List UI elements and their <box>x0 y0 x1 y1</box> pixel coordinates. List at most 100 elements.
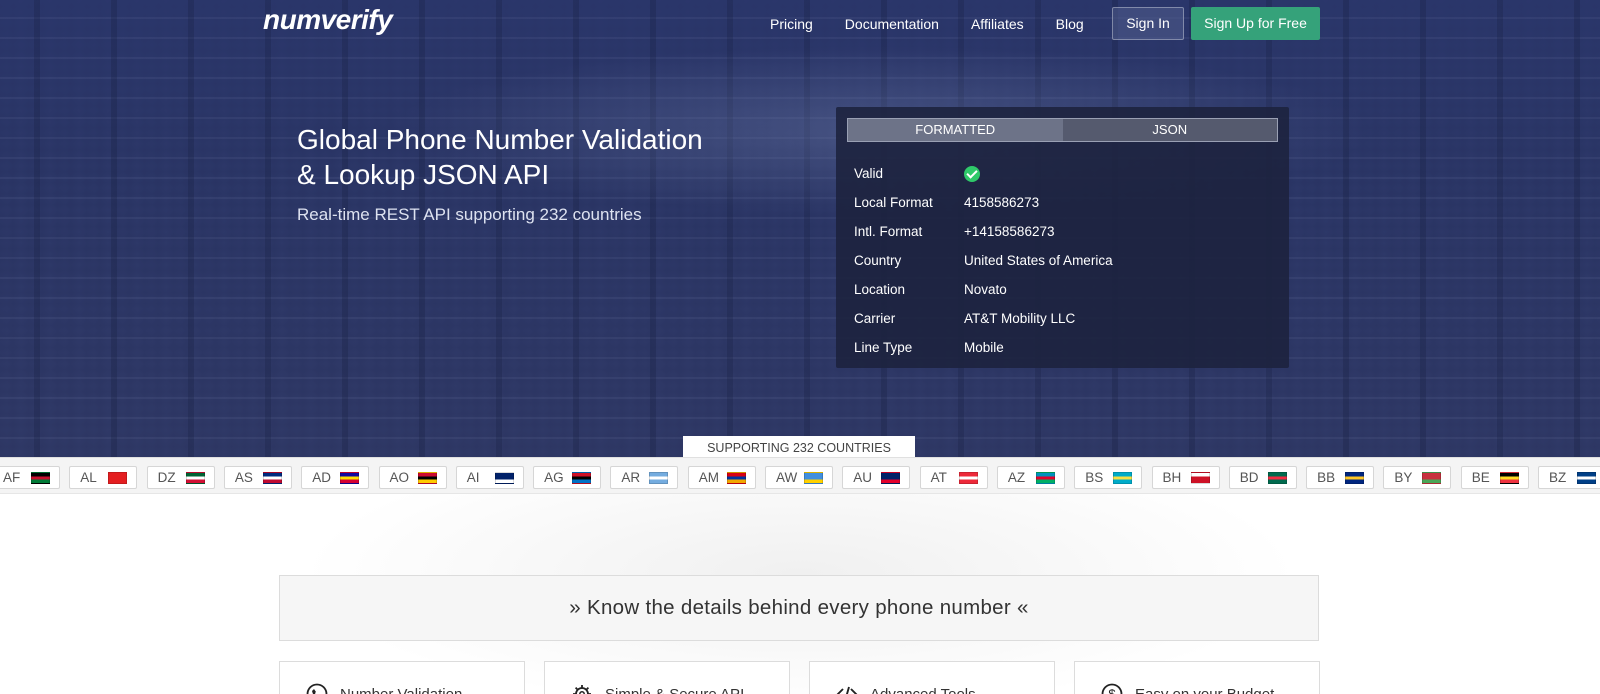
nav-blog[interactable]: Blog <box>1056 16 1084 32</box>
flag-icon <box>340 472 360 484</box>
demo-result-list: Valid Local Format 4158586273 Intl. Form… <box>854 159 1113 362</box>
result-row-valid: Valid <box>854 159 1113 188</box>
result-key: Country <box>854 253 902 268</box>
hero-background-city <box>0 0 1600 457</box>
country-chip-au[interactable]: AU <box>842 466 911 489</box>
flag-icon <box>1267 472 1287 484</box>
country-code: AO <box>389 470 410 485</box>
signin-button[interactable]: Sign In <box>1112 7 1184 40</box>
country-code: AR <box>621 470 641 485</box>
hero-title: Global Phone Number Validation & Lookup … <box>297 124 703 190</box>
country-chip-dz[interactable]: DZ <box>146 466 215 489</box>
flag-icon <box>572 472 592 484</box>
result-row-local-format: Local Format 4158586273 <box>854 188 1113 217</box>
demo-tabs: FORMATTED JSON <box>847 118 1278 142</box>
country-chip-ai[interactable]: AI <box>455 466 524 489</box>
country-code: AM <box>698 470 719 485</box>
feature-label: Number Validation <box>340 686 462 694</box>
country-chip-bh[interactable]: BH <box>1151 466 1220 489</box>
country-code: AW <box>776 470 798 485</box>
nav-affiliates[interactable]: Affiliates <box>971 16 1024 32</box>
country-code: BY <box>1394 470 1413 485</box>
country-code: BD <box>1239 470 1259 485</box>
result-row-country: Country United States of America <box>854 246 1113 275</box>
result-key: Line Type <box>854 340 913 355</box>
country-chip-az[interactable]: AZ <box>996 466 1065 489</box>
flag-icon <box>417 472 437 484</box>
result-row-location: Location Novato <box>854 275 1113 304</box>
feature-card-advanced-tools[interactable]: Advanced Tools <box>809 661 1055 694</box>
result-value: AT&T Mobility LLC <box>964 311 1076 326</box>
result-key: Location <box>854 282 906 297</box>
flag-icon <box>185 472 205 484</box>
country-chip-be[interactable]: BE <box>1460 466 1529 489</box>
tagline-banner: » Know the details behind every phone nu… <box>279 575 1319 641</box>
gear-icon <box>573 685 591 694</box>
flag-icon <box>1577 472 1596 484</box>
signup-button[interactable]: Sign Up for Free <box>1191 7 1320 40</box>
code-icon <box>836 686 858 694</box>
result-value: 4158586273 <box>964 195 1040 210</box>
country-chip-bz[interactable]: BZ <box>1538 466 1600 489</box>
tab-formatted[interactable]: FORMATTED <box>848 119 1063 141</box>
result-row-line-type: Line Type Mobile <box>854 333 1113 362</box>
country-chip-ag[interactable]: AG <box>533 466 602 489</box>
logo[interactable]: numverify <box>263 4 393 36</box>
feature-label: Simple & Secure API <box>605 686 744 694</box>
country-code: AS <box>234 470 253 485</box>
country-chip-as[interactable]: AS <box>223 466 292 489</box>
country-code: AT <box>930 470 947 485</box>
nav-documentation[interactable]: Documentation <box>845 16 939 32</box>
country-code: AD <box>312 470 331 485</box>
feature-card-number-validation[interactable]: Number Validation <box>279 661 525 694</box>
flag-icon <box>31 472 50 484</box>
country-chip-am[interactable]: AM <box>687 466 756 489</box>
feature-label: Advanced Tools <box>870 686 976 694</box>
country-code: AI <box>466 470 480 485</box>
country-chip-at[interactable]: AT <box>919 466 988 489</box>
flag-icon <box>494 472 514 484</box>
result-row-intl-format: Intl. Format +14158586273 <box>854 217 1113 246</box>
result-key: Intl. Format <box>854 224 923 239</box>
supporting-countries-label: SUPPORTING 232 COUNTRIES <box>683 436 915 458</box>
country-code: AZ <box>1007 470 1026 485</box>
country-chip-ad[interactable]: AD <box>301 466 370 489</box>
country-code: DZ <box>157 470 176 485</box>
dollar-icon: $ <box>1101 683 1123 694</box>
country-chip-bb[interactable]: BB <box>1306 466 1375 489</box>
flag-icon <box>1422 472 1442 484</box>
flag-icon <box>262 472 282 484</box>
phone-icon <box>306 683 328 694</box>
country-chip-bd[interactable]: BD <box>1228 466 1297 489</box>
country-chip-aw[interactable]: AW <box>765 466 833 489</box>
nav-pricing[interactable]: Pricing <box>770 16 813 32</box>
flag-icon <box>881 472 901 484</box>
flag-icon <box>958 472 978 484</box>
country-code: BH <box>1162 470 1182 485</box>
flag-icon <box>1499 472 1519 484</box>
country-code: BB <box>1317 470 1336 485</box>
country-chip-af[interactable]: AF <box>0 466 60 489</box>
country-code: AG <box>544 470 564 485</box>
hero-section: numverify Pricing Documentation Affiliat… <box>0 0 1600 457</box>
flag-icon <box>1345 472 1365 484</box>
result-value: Mobile <box>964 340 1004 355</box>
country-chip-al[interactable]: AL <box>69 466 138 489</box>
svg-text:$: $ <box>1108 687 1116 694</box>
demo-panel: FORMATTED JSON Valid Local Format 415858… <box>836 107 1289 368</box>
tab-json[interactable]: JSON <box>1062 119 1277 141</box>
hero-subtitle: Real-time REST API supporting 232 countr… <box>297 205 642 224</box>
result-key: Carrier <box>854 311 896 326</box>
result-value: +14158586273 <box>964 224 1055 239</box>
feature-card-budget[interactable]: $ Easy on your Budget <box>1074 661 1320 694</box>
flag-icon <box>1190 472 1210 484</box>
country-chip-ao[interactable]: AO <box>378 466 447 489</box>
feature-card-simple-secure-api[interactable]: Simple & Secure API <box>544 661 790 694</box>
country-code: AL <box>80 470 97 485</box>
country-chip-ar[interactable]: AR <box>610 466 679 489</box>
result-value: Novato <box>964 282 1007 297</box>
flag-icon <box>726 472 746 484</box>
country-code: BE <box>1471 470 1490 485</box>
country-chip-by[interactable]: BY <box>1383 466 1452 489</box>
country-chip-bs[interactable]: BS <box>1074 466 1143 489</box>
